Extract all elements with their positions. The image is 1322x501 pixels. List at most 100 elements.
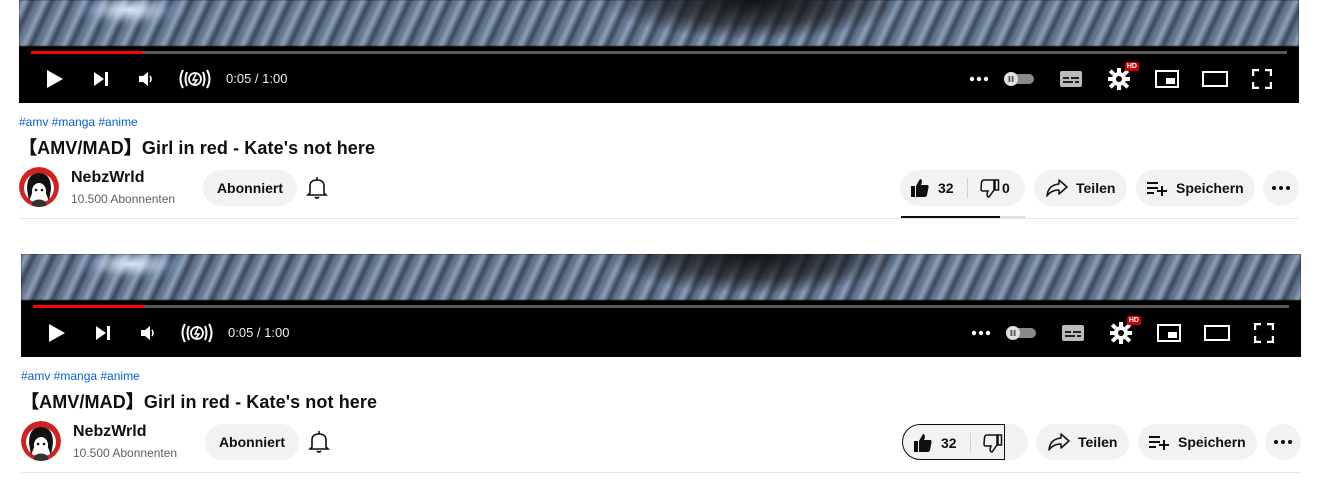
like-group-tail <box>1004 424 1028 460</box>
subtitles-button[interactable] <box>1057 58 1085 100</box>
video-frame-shadow <box>604 0 904 46</box>
settings-button[interactable]: HD <box>1107 312 1141 354</box>
autoplay-toggle[interactable] <box>1003 312 1039 354</box>
like-button[interactable]: 32 <box>900 170 968 206</box>
player-controls: 0:05 / 1:00 HD <box>19 58 1299 100</box>
dislike-button[interactable]: 0 <box>971 425 1004 459</box>
video-panel-1: 0:05 / 1:00 HD #amv #manga #anime 【AMV/M… <box>19 0 1299 220</box>
video-frame-shadow <box>606 254 906 300</box>
time-display: 0:05 / 1:00 <box>226 71 288 86</box>
subscriber-count: 10.500 Abonnenten <box>73 446 178 460</box>
more-icon <box>971 330 991 336</box>
fullscreen-icon <box>1254 323 1274 343</box>
bell-icon <box>308 431 330 453</box>
theater-mode-button[interactable] <box>1201 312 1233 354</box>
play-button[interactable] <box>41 312 73 354</box>
miniplayer-icon <box>1155 70 1179 88</box>
divider <box>19 218 1299 219</box>
subscribed-button[interactable]: Abonniert <box>205 424 299 460</box>
subscriber-count: 10.500 Abonnenten <box>71 192 176 206</box>
theater-mode-button[interactable] <box>1199 58 1231 100</box>
progress-bar[interactable] <box>33 305 1289 308</box>
miniplayer-button[interactable] <box>1153 58 1181 100</box>
dislike-button[interactable]: 0 <box>968 170 1025 206</box>
autoplay-toggle[interactable] <box>1001 58 1037 100</box>
avatar[interactable] <box>21 421 61 461</box>
divider <box>21 472 1301 473</box>
more-actions-button[interactable] <box>1263 170 1299 206</box>
play-icon <box>47 70 63 88</box>
autoplay-toggle-icon <box>1004 72 1034 86</box>
progress-fill <box>33 305 144 308</box>
like-button[interactable]: 32 <box>903 425 971 459</box>
video-title: 【AMV/MAD】Girl in red - Kate's not here <box>19 138 376 158</box>
notification-bell-button[interactable] <box>306 176 328 200</box>
thumbs-up-icon <box>914 434 932 452</box>
save-button[interactable]: Speichern <box>1138 424 1257 460</box>
video-title: 【AMV/MAD】Girl in red - Kate's not here <box>21 392 378 412</box>
thumbs-down-icon <box>983 434 1003 453</box>
hashtags[interactable]: #amv #manga #anime <box>21 369 140 383</box>
stable-volume-button[interactable] <box>177 312 217 354</box>
share-label: Teilen <box>1076 180 1116 196</box>
more-actions-button[interactable] <box>1265 424 1301 460</box>
volume-icon <box>141 326 154 340</box>
dislike-count: 0 <box>1002 180 1010 196</box>
mute-button[interactable] <box>131 58 161 100</box>
hashtags[interactable]: #amv #manga #anime <box>19 115 138 129</box>
more-icon <box>969 76 989 82</box>
subtitles-icon <box>1062 325 1084 341</box>
avatar-image <box>19 167 59 207</box>
theater-icon <box>1204 325 1230 341</box>
more-horizontal-icon <box>1272 186 1290 190</box>
avatar-image <box>21 421 61 461</box>
thumbs-down-icon <box>980 179 1000 198</box>
like-dislike-group: 32 0 <box>902 424 1005 460</box>
next-button[interactable] <box>85 58 117 100</box>
next-icon <box>96 326 110 340</box>
video-panel-2: 0:05 / 1:00 HD #amv #manga #anime 【AMV/M… <box>21 254 1301 474</box>
settings-button[interactable]: HD <box>1105 58 1139 100</box>
subscribed-button[interactable]: Abonniert <box>203 170 297 206</box>
subtitles-button[interactable] <box>1059 312 1087 354</box>
avatar[interactable] <box>19 167 59 207</box>
bell-icon <box>306 177 328 199</box>
video-player[interactable]: 0:05 / 1:00 HD <box>21 254 1301 357</box>
volume-icon <box>139 72 152 86</box>
hd-badge: HD <box>1126 316 1141 325</box>
share-icon <box>1048 433 1070 451</box>
next-button[interactable] <box>87 312 119 354</box>
more-button[interactable] <box>967 58 991 100</box>
fullscreen-button[interactable] <box>1247 58 1277 100</box>
progress-fill <box>31 51 142 54</box>
play-button[interactable] <box>39 58 71 100</box>
miniplayer-button[interactable] <box>1155 312 1183 354</box>
more-horizontal-icon <box>1274 440 1292 444</box>
more-button[interactable] <box>969 312 993 354</box>
like-count: 32 <box>938 180 954 196</box>
notification-bell-button[interactable] <box>308 430 330 454</box>
settings-icon <box>1110 322 1132 344</box>
channel-name[interactable]: NebzWrld <box>71 169 144 187</box>
thumbs-up-icon <box>911 179 929 197</box>
player-controls: 0:05 / 1:00 HD <box>21 312 1301 354</box>
fullscreen-icon <box>1252 69 1272 89</box>
subtitles-icon <box>1060 71 1082 87</box>
save-button[interactable]: Speichern <box>1136 170 1255 206</box>
fullscreen-button[interactable] <box>1249 312 1279 354</box>
save-label: Speichern <box>1176 180 1244 196</box>
save-icon <box>1147 182 1167 196</box>
like-dislike-group: 32 0 <box>900 170 1025 206</box>
stable-volume-button[interactable] <box>175 58 215 100</box>
channel-name[interactable]: NebzWrld <box>73 423 146 441</box>
stable-volume-icon <box>179 69 211 89</box>
video-player[interactable]: 0:05 / 1:00 HD <box>19 0 1299 103</box>
progress-bar[interactable] <box>31 51 1287 54</box>
share-icon <box>1046 179 1068 197</box>
save-icon <box>1149 436 1169 450</box>
share-button[interactable]: Teilen <box>1036 424 1129 460</box>
mute-button[interactable] <box>133 312 163 354</box>
autoplay-toggle-icon <box>1006 326 1036 340</box>
stable-volume-icon <box>181 323 213 343</box>
share-button[interactable]: Teilen <box>1034 170 1127 206</box>
